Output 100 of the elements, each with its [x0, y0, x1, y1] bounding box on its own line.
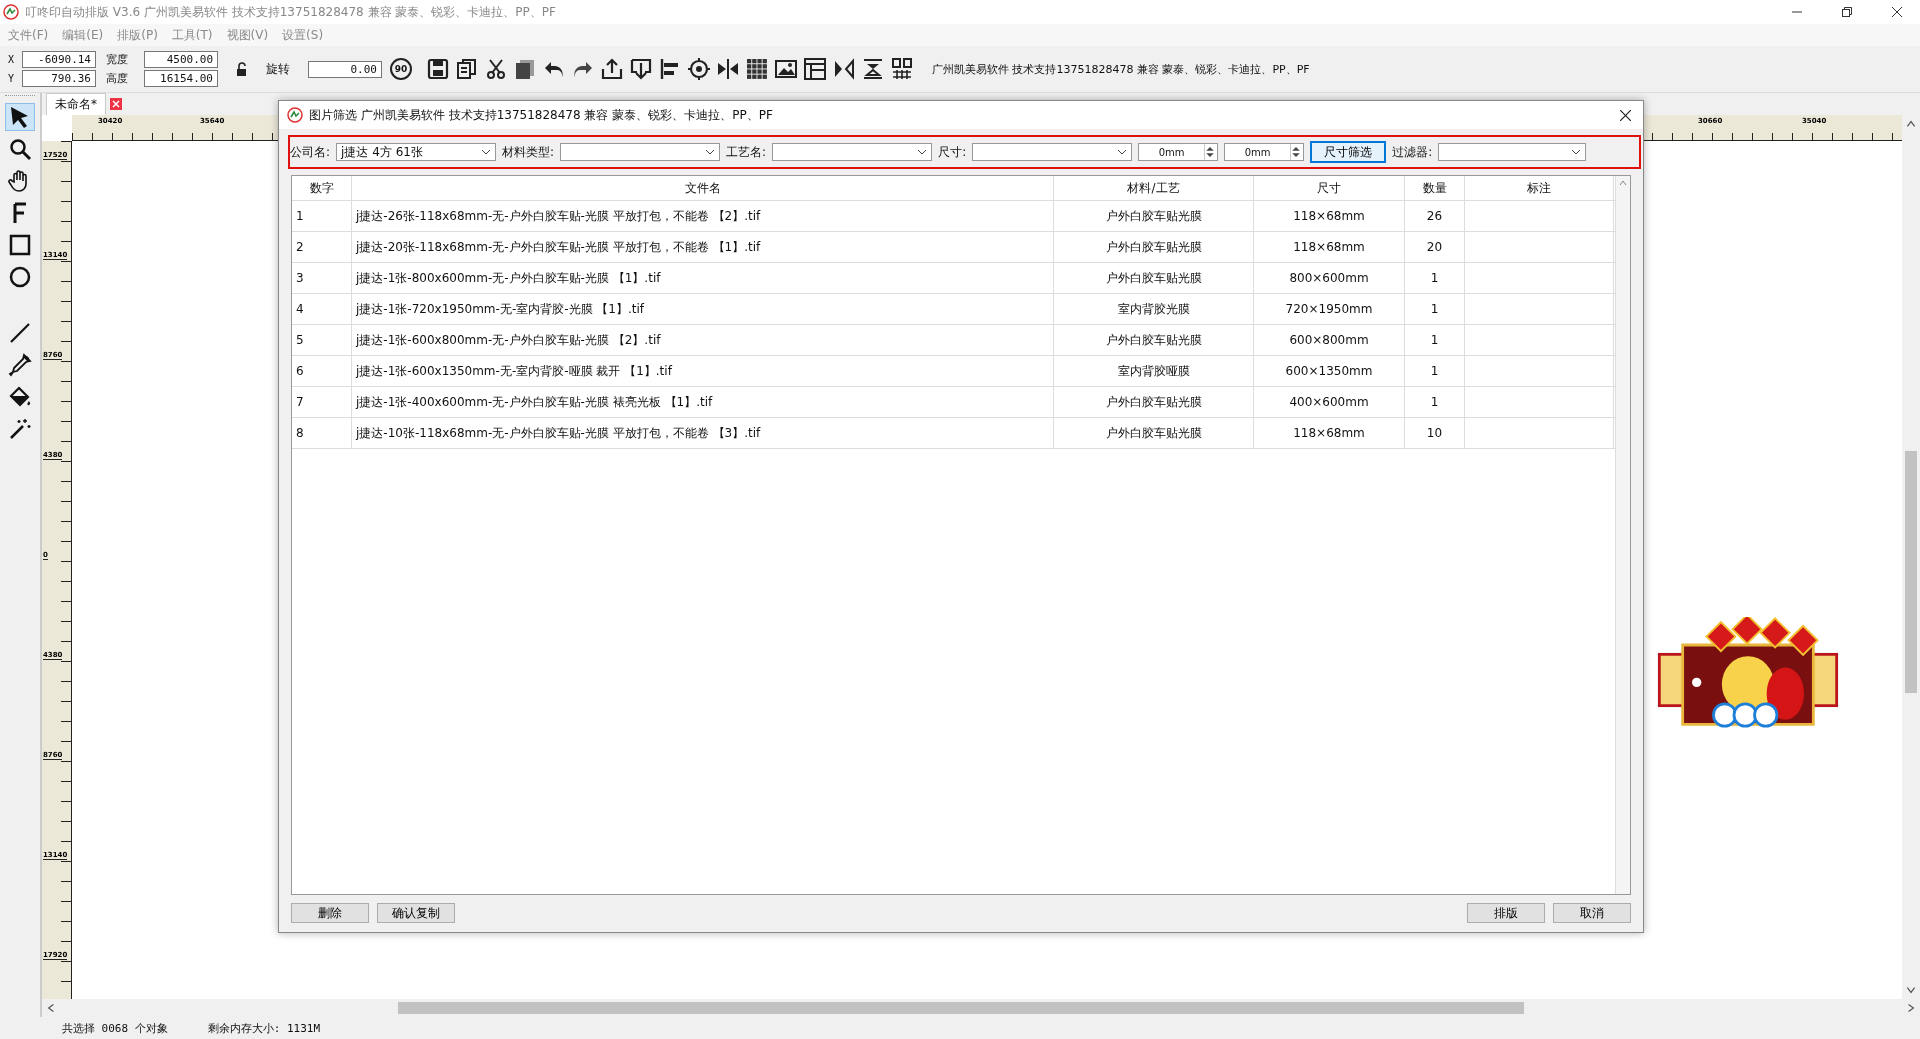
- table-cell: 6: [292, 356, 352, 386]
- table-cell: 20: [1405, 232, 1465, 262]
- column-header[interactable]: 数字: [292, 176, 352, 200]
- table-cell: 26: [1405, 201, 1465, 231]
- input-field[interactable]: 790.36: [22, 70, 96, 87]
- target-icon[interactable]: [687, 57, 711, 81]
- field-label: 过滤器:: [1392, 143, 1433, 161]
- stack-icon[interactable]: [861, 57, 885, 81]
- dropdown[interactable]: [772, 143, 933, 161]
- table-cell: j捷达-1张-720x1950mm-无-室内背胶-光膜 【1】.tif: [352, 294, 1054, 324]
- scissors-icon[interactable]: [484, 57, 508, 81]
- table-cell: 1: [1405, 263, 1465, 293]
- table-cell: 户外白胶车贴光膜: [1054, 232, 1254, 262]
- table-cell: 720×1950mm: [1254, 294, 1405, 324]
- table-cell: j捷达-1张-400x600mm-无-户外白胶车贴-光膜 裱亮光板 【1】.tif: [352, 387, 1054, 417]
- column-header[interactable]: 标注: [1465, 176, 1614, 200]
- field-label: 公司名:: [290, 143, 331, 161]
- field-label: 高度: [105, 71, 129, 86]
- eyedropper-icon: [8, 353, 32, 377]
- chevron-down-icon: [1571, 149, 1582, 155]
- spinner-arrows-icon[interactable]: [1291, 144, 1302, 160]
- field-label: 旋转: [266, 60, 290, 78]
- rectangle-icon: [8, 233, 32, 257]
- tool-button[interactable]: [5, 103, 35, 131]
- table-cell: 600×800mm: [1254, 325, 1405, 355]
- field-label: Y: [8, 73, 16, 84]
- status-text: 剩余内存大小: 1131M: [207, 1020, 321, 1036]
- close-icon[interactable]: [1620, 109, 1631, 121]
- field-label: 宽度: [105, 52, 129, 67]
- table-cell: 7: [292, 387, 352, 417]
- copy-icon[interactable]: [455, 57, 479, 81]
- restore-icon[interactable]: [1842, 7, 1852, 17]
- close-icon[interactable]: [1892, 7, 1902, 17]
- column-header[interactable]: 材料/工艺: [1054, 176, 1254, 200]
- table-cell: 600×1350mm: [1254, 356, 1405, 386]
- table-cell: 400×600mm: [1254, 387, 1405, 417]
- table-cell: 室内背胶光膜: [1054, 294, 1254, 324]
- size-filter-button[interactable]: 尺寸筛选: [1310, 141, 1387, 163]
- table-cell: 1: [1405, 294, 1465, 324]
- grid-icon[interactable]: [745, 57, 769, 81]
- app-logo-icon: [3, 4, 19, 20]
- table-cell: 室内背胶哑膜: [1054, 356, 1254, 386]
- table-cell: 2: [292, 232, 352, 262]
- rotate-button[interactable]: 90: [390, 58, 412, 80]
- table-cell: 118×68mm: [1254, 232, 1405, 262]
- input-field[interactable]: 0.00: [308, 60, 382, 78]
- dropdown[interactable]: j捷达 4方 61张: [336, 143, 497, 161]
- export-icon[interactable]: [600, 57, 624, 81]
- scrollbar-thumb[interactable]: [1905, 451, 1917, 693]
- table-cell: 户外白胶车贴光膜: [1054, 201, 1254, 231]
- spinner-arrows-icon[interactable]: [1205, 144, 1216, 160]
- dialog-button[interactable]: 删除: [291, 903, 369, 923]
- line-icon: [8, 321, 32, 345]
- table-cell: 1: [1405, 325, 1465, 355]
- input-field[interactable]: 16154.00: [144, 70, 218, 87]
- scrollbar-thumb[interactable]: [398, 1002, 1524, 1014]
- image-icon[interactable]: [774, 57, 798, 81]
- columns-icon[interactable]: [890, 57, 914, 81]
- dropdown[interactable]: [1438, 143, 1587, 161]
- table-cell: j捷达-1张-600x1350mm-无-室内背胶-哑膜 裁开 【1】.tif: [352, 356, 1054, 386]
- input-field[interactable]: -6090.14: [22, 51, 96, 68]
- table-cell: 1: [1405, 387, 1465, 417]
- column-header[interactable]: 文件名: [352, 176, 1054, 200]
- mirror-icon[interactable]: [716, 57, 740, 81]
- table-cell: j捷达-26张-118x68mm-无-户外白胶车贴-光膜 平放打包，不能卷 【2】.tif: [352, 201, 1054, 231]
- app-logo-icon: [287, 107, 303, 123]
- field-label: 材料类型:: [502, 143, 555, 161]
- save-icon[interactable]: [426, 57, 450, 81]
- table-cell: 户外白胶车贴光膜: [1054, 387, 1254, 417]
- input-field[interactable]: 4500.00: [144, 51, 218, 68]
- table-cell: 3: [292, 263, 352, 293]
- zoom-icon: [8, 137, 32, 161]
- scrollbar[interactable]: [1615, 176, 1630, 894]
- import-icon[interactable]: [629, 57, 653, 81]
- chevron-down-icon: [1117, 149, 1128, 155]
- ellipse-icon: [8, 265, 32, 289]
- table-cell: 118×68mm: [1254, 201, 1405, 231]
- spin-field[interactable]: 0mm: [1138, 143, 1219, 161]
- table-cell: j捷达-10张-118x68mm-无-户外白胶车贴-光膜 平放打包，不能卷 【3】.tif: [352, 418, 1054, 448]
- table-cell: 户外白胶车贴光膜: [1054, 263, 1254, 293]
- dialog-button[interactable]: 取消: [1553, 903, 1631, 923]
- chevron-down-icon: [917, 149, 928, 155]
- spin-field[interactable]: 0mm: [1224, 143, 1305, 161]
- column-header[interactable]: 尺寸: [1254, 176, 1405, 200]
- dialog-button[interactable]: 确认复制: [377, 903, 455, 923]
- dialog-title: 图片筛选 广州凯美易软件 技术支持13751828478 兼容 蒙泰、锐彩、卡迪拉、PP、PF: [309, 106, 773, 124]
- dropdown[interactable]: [972, 143, 1133, 161]
- table-cell: j捷达-20张-118x68mm-无-户外白胶车贴-光膜 平放打包，不能卷 【1】.tif: [352, 232, 1054, 262]
- column-header[interactable]: 数量: [1405, 176, 1465, 200]
- dialog-button[interactable]: 排版: [1467, 903, 1545, 923]
- table-cell: 800×600mm: [1254, 263, 1405, 293]
- flip-icon[interactable]: [832, 57, 856, 81]
- document-tab[interactable]: 未命名*: [46, 93, 106, 115]
- dropdown[interactable]: [560, 143, 721, 161]
- layout-icon[interactable]: [803, 57, 827, 81]
- table-cell: 4: [292, 294, 352, 324]
- paste-icon[interactable]: [513, 57, 537, 81]
- scroll-up-icon[interactable]: [1618, 178, 1628, 188]
- table-cell: 118×68mm: [1254, 418, 1405, 448]
- table-cell: j捷达-1张-800x600mm-无-户外白胶车贴-光膜 【1】.tif: [352, 263, 1054, 293]
